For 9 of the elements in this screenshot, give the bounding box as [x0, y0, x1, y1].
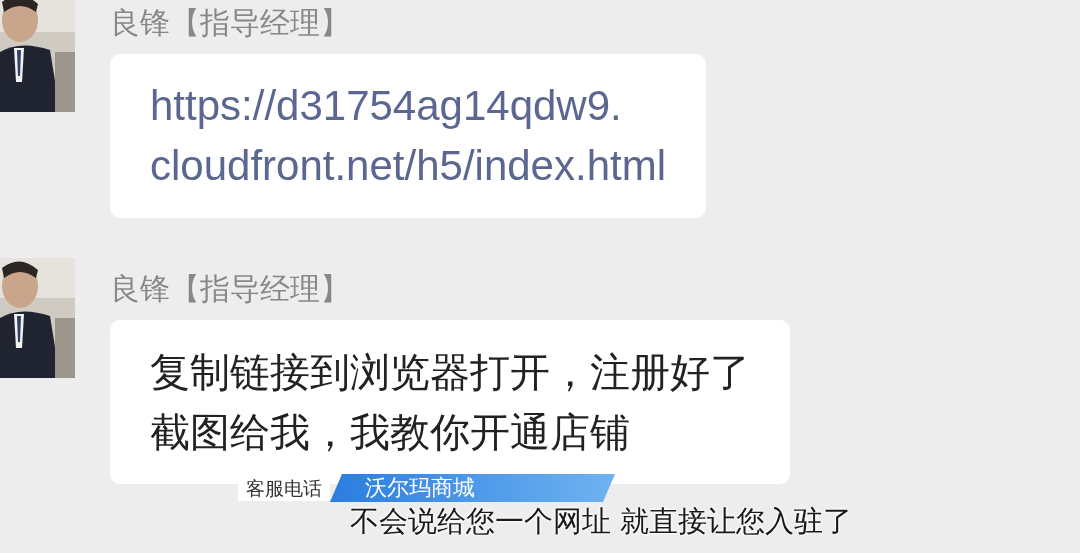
link-text[interactable]: https://d31754ag14qdw9.: [150, 76, 666, 136]
caption-label: 客服电话: [238, 475, 330, 501]
sender-name: 良锋【指导经理】: [110, 272, 351, 306]
message-text: 复制链接到浏览器打开，注册好了: [150, 348, 750, 397]
link-text[interactable]: cloudfront.net/h5/index.html: [150, 136, 666, 196]
sender-name: 良锋【指导经理】: [110, 6, 351, 40]
caption-title: 沃尔玛商城: [330, 474, 615, 502]
subtitle: 不会说给您一个网址 就直接让您入驻了: [350, 503, 853, 539]
message-text: 截图给我，我教你开通店铺: [150, 408, 631, 457]
